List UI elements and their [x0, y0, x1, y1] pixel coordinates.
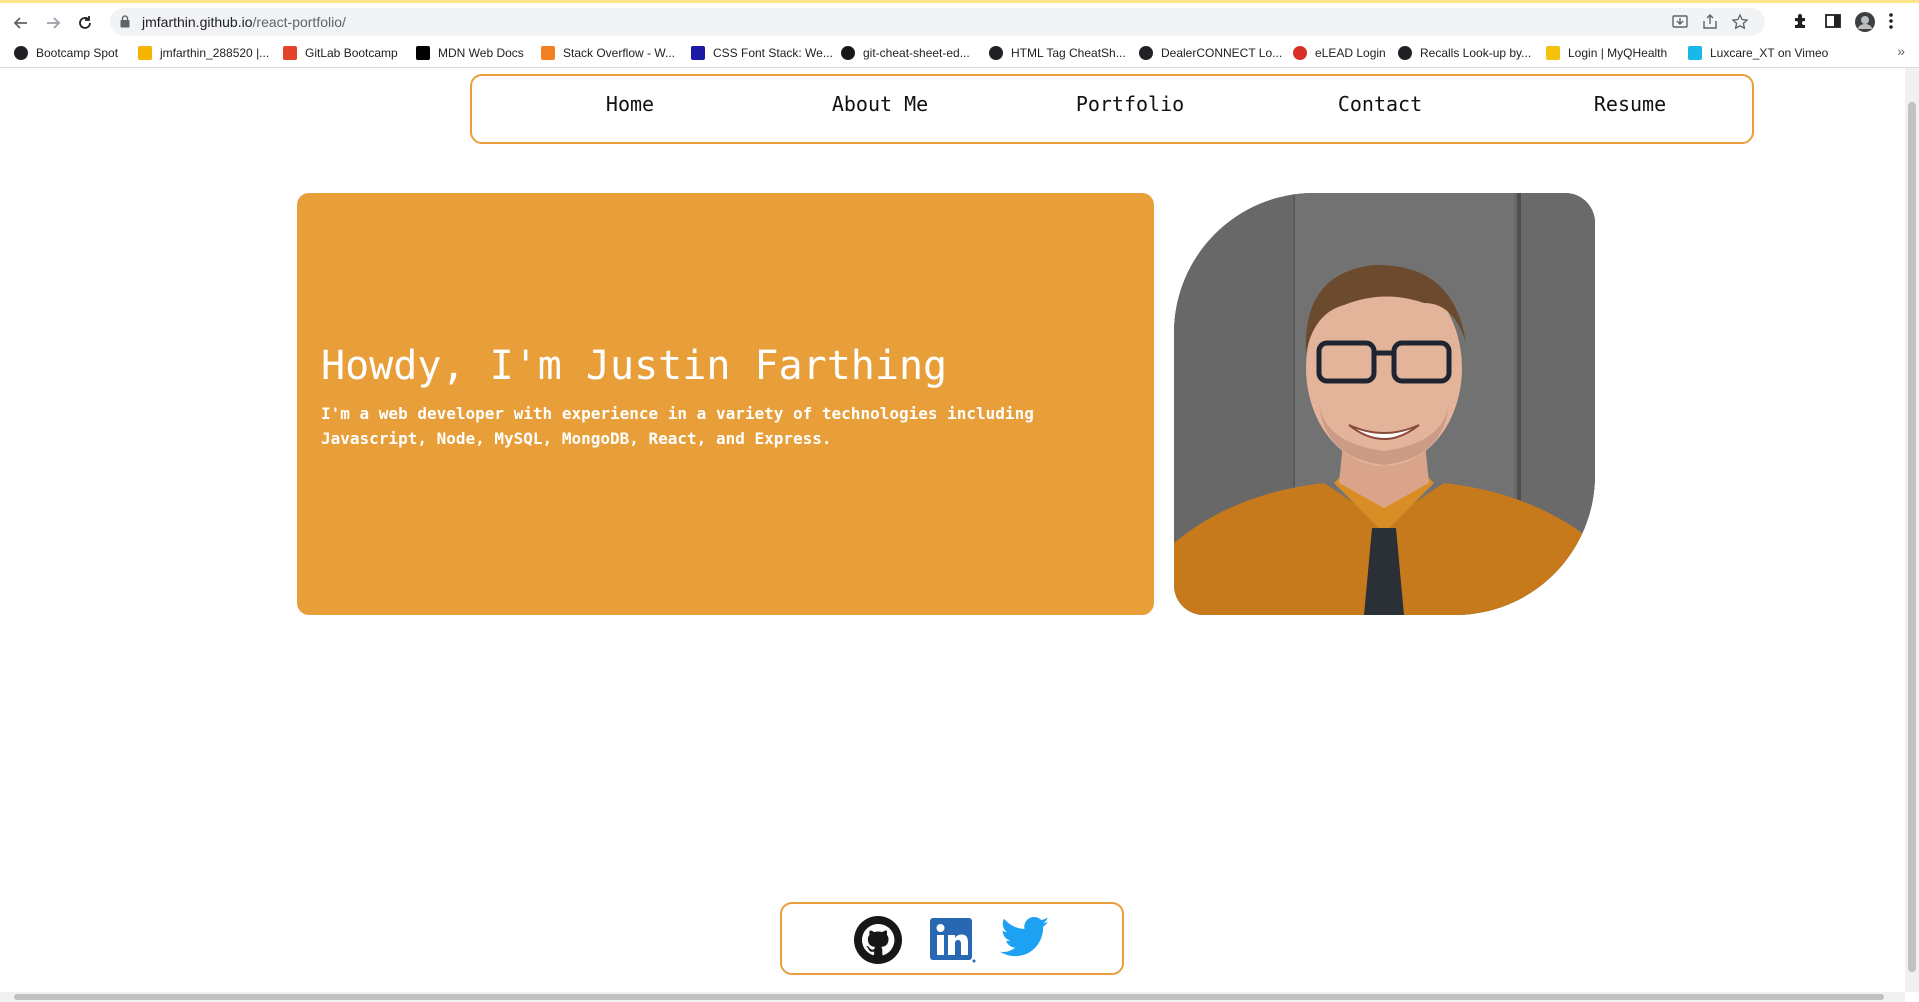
bookmark-item[interactable]: Stack Overflow - W... — [541, 44, 675, 62]
nav-portfolio-link[interactable]: Portfolio — [1030, 92, 1230, 116]
bookmarks-overflow-icon[interactable]: » — [1897, 43, 1905, 59]
profile-avatar-icon[interactable] — [1855, 12, 1875, 32]
twitter-icon[interactable] — [1000, 916, 1050, 965]
back-arrow-icon[interactable] — [9, 11, 33, 35]
share-icon[interactable] — [1701, 13, 1719, 31]
bookmark-item[interactable]: DealerCONNECT Lo... — [1139, 44, 1282, 62]
address-bar[interactable]: jmfarthin.github.io/react-portfolio/ — [110, 8, 1765, 36]
github-icon[interactable] — [854, 916, 902, 969]
globe-icon — [14, 46, 28, 60]
horizontal-scrollbar[interactable] — [0, 992, 1905, 1002]
bookmark-item[interactable]: CSS Font Stack: We... — [691, 44, 833, 62]
bookmark-item[interactable]: HTML Tag CheatSh... — [989, 44, 1126, 62]
bookmark-item[interactable]: MDN Web Docs — [416, 44, 524, 62]
linkedin-icon[interactable] — [928, 916, 976, 969]
bee-icon — [138, 46, 152, 60]
vertical-scrollbar[interactable] — [1905, 68, 1919, 992]
bookmark-item[interactable]: git-cheat-sheet-ed... — [841, 44, 970, 62]
bookmark-item[interactable]: GitLab Bootcamp — [283, 44, 398, 62]
more-menu-icon[interactable] — [1888, 12, 1908, 32]
reload-icon[interactable] — [73, 11, 97, 35]
bookmark-item[interactable]: jmfarthin_288520 |... — [138, 44, 269, 62]
globe-icon — [1139, 46, 1153, 60]
forward-arrow-icon[interactable] — [41, 11, 65, 35]
nav-home-link[interactable]: Home — [530, 92, 730, 116]
cssfontstack-icon — [691, 46, 705, 60]
install-app-icon[interactable] — [1671, 13, 1689, 31]
page-content: Home About Me Portfolio Contact Resume H… — [0, 68, 1905, 992]
main-nav: Home About Me Portfolio Contact Resume — [470, 74, 1754, 144]
bookmark-item[interactable]: Luxcare_XT on Vimeo — [1688, 44, 1828, 62]
extensions-icon[interactable] — [1792, 12, 1812, 32]
vimeo-icon — [1688, 46, 1702, 60]
elead-icon — [1293, 46, 1307, 60]
nav-contact-link[interactable]: Contact — [1280, 92, 1480, 116]
github-icon — [841, 46, 855, 60]
social-links — [780, 902, 1124, 975]
lock-icon — [120, 15, 130, 33]
vertical-scroll-thumb[interactable] — [1908, 102, 1916, 972]
hero-subtitle: I'm a web developer with experience in a… — [321, 404, 1034, 448]
bookmark-item[interactable]: Login | MyQHealth — [1546, 44, 1667, 62]
url-text: jmfarthin.github.io/react-portfolio/ — [142, 14, 346, 30]
nav-resume-link[interactable]: Resume — [1530, 92, 1730, 116]
bookmark-item[interactable]: eLEAD Login — [1293, 44, 1386, 62]
browser-toolbar: jmfarthin.github.io/react-portfolio/ — [0, 0, 1919, 38]
bookmark-star-icon[interactable] — [1731, 13, 1749, 31]
profile-photo — [1174, 193, 1595, 615]
bookmark-item[interactable]: Recalls Look-up by... — [1398, 44, 1531, 62]
gitlab-icon — [283, 46, 297, 60]
bookmark-item[interactable]: Bootcamp Spot — [14, 44, 118, 62]
globe-icon — [1398, 46, 1412, 60]
myq-icon — [1546, 46, 1560, 60]
hero-title: Howdy, I'm Justin Farthing — [321, 343, 948, 389]
bookmarks-bar: Bootcamp Spot jmfarthin_288520 |... GitL… — [0, 38, 1919, 68]
stackoverflow-icon — [541, 46, 555, 60]
mdn-icon — [416, 46, 430, 60]
horizontal-scroll-thumb[interactable] — [14, 994, 1884, 1000]
nav-about-link[interactable]: About Me — [780, 92, 980, 116]
globe-icon — [989, 46, 1003, 60]
hero-card: Howdy, I'm Justin Farthing I'm a web dev… — [297, 193, 1154, 615]
side-panel-icon[interactable] — [1824, 12, 1844, 32]
